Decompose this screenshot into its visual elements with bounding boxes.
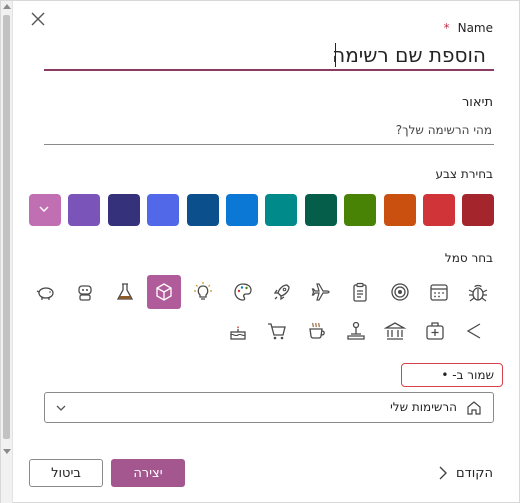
required-asterisk: *: [443, 21, 450, 35]
calendar-icon-option[interactable]: [422, 275, 456, 309]
medical-kit-icon-option[interactable]: [418, 314, 452, 348]
color-swatch-orange[interactable]: [383, 194, 416, 226]
flask-icon-option[interactable]: [108, 275, 142, 309]
cake-icon: [230, 326, 246, 340]
list-name-input[interactable]: הוספת שם רשימה: [44, 41, 494, 71]
airplane-icon: [311, 283, 330, 301]
cart-icon: [268, 323, 287, 340]
back-button[interactable]: הקודם: [438, 463, 493, 483]
clipboard-icon: [353, 282, 368, 302]
color-swatch-dark-red[interactable]: [462, 194, 495, 226]
color-swatch-dark-green[interactable]: [304, 194, 337, 226]
create-list-dialog: * Name הוספת שם רשימה תיאור מהי הרשימה של…: [0, 0, 520, 503]
color-swatch-teal[interactable]: [265, 194, 298, 226]
save-location-value: הרשימות שלי: [390, 400, 457, 414]
save-location-dropdown[interactable]: הרשימות שלי: [44, 392, 494, 423]
home-icon: [467, 401, 481, 415]
icon-picker-label: בחר סמל: [444, 251, 493, 265]
palette-icon: [233, 283, 252, 301]
save-location-label-box: שמור ב- •: [401, 363, 503, 387]
color-picker: [29, 194, 495, 227]
description-placeholder: מהי הרשימה שלך?: [395, 123, 492, 137]
chevron-right-icon: [439, 466, 448, 480]
piggy-bank-icon-option[interactable]: [29, 275, 63, 309]
scroll-down-arrow-icon[interactable]: [3, 449, 11, 454]
color-swatch-navy[interactable]: [107, 194, 140, 226]
airplane-icon-option[interactable]: [304, 275, 338, 309]
list-name-placeholder: הוספת שם רשימה: [332, 43, 486, 67]
coffee-cup-icon: [308, 322, 325, 339]
rocket-icon: [273, 284, 290, 301]
lightbulb-icon: [194, 282, 213, 300]
bank-icon-option[interactable]: [378, 314, 412, 348]
color-swatch-pink[interactable]: [29, 194, 61, 226]
color-swatch-dark-blue[interactable]: [186, 194, 219, 226]
bug-icon: [469, 284, 488, 302]
close-button[interactable]: [28, 9, 48, 29]
palette-icon-option[interactable]: [226, 275, 260, 309]
name-label-text: Name: [457, 21, 493, 35]
create-button[interactable]: יצירה: [111, 459, 185, 487]
cake-icon-option[interactable]: [221, 314, 255, 348]
calendar-icon: [430, 284, 448, 301]
cancel-button[interactable]: ביטול: [29, 459, 103, 487]
description-label: תיאור: [461, 95, 493, 110]
triangle-play-icon: [466, 323, 481, 339]
cube-icon: [156, 283, 172, 301]
back-label: הקודם: [456, 465, 493, 481]
robot-icon: [78, 285, 92, 301]
color-swatch-red[interactable]: [423, 194, 455, 226]
lightbulb-icon-option[interactable]: [186, 275, 220, 309]
target-icon: [391, 283, 409, 301]
rocket-icon-option[interactable]: [265, 275, 299, 309]
chevron-down-icon: [39, 206, 49, 212]
coffee-cup-icon-option[interactable]: [300, 314, 334, 348]
chevron-down-icon: [56, 405, 66, 411]
color-swatch-green[interactable]: [344, 194, 377, 226]
robot-icon-option[interactable]: [68, 275, 102, 309]
flask-icon: [116, 283, 133, 300]
icon-picker-row-1: [29, 275, 499, 309]
joystick-icon: [347, 321, 365, 340]
color-swatch-blue[interactable]: [147, 194, 180, 226]
close-icon: [31, 12, 45, 26]
target-icon-option[interactable]: [383, 275, 417, 309]
joystick-icon-option[interactable]: [339, 314, 373, 348]
icon-picker-row-2: [221, 314, 499, 344]
scroll-thumb[interactable]: [3, 15, 10, 439]
cube-icon-option[interactable]: [146, 275, 181, 309]
medical-kit-icon: [425, 322, 444, 340]
cart-icon-option[interactable]: [260, 314, 294, 348]
save-location-label: שמור ב- •: [441, 368, 494, 382]
triangle-play-icon-option[interactable]: [457, 314, 491, 348]
scrollbar[interactable]: [1, 1, 13, 503]
description-input[interactable]: מהי הרשימה שלך?: [44, 119, 494, 145]
bug-icon-option[interactable]: [461, 275, 495, 309]
name-field-label: * Name: [444, 21, 493, 35]
scroll-up-arrow-icon[interactable]: [3, 4, 11, 9]
color-swatch-purple[interactable]: [68, 194, 101, 226]
piggy-bank-icon: [36, 287, 54, 300]
color-swatch-sky-blue[interactable]: [226, 194, 258, 226]
bank-icon: [384, 322, 407, 340]
clipboard-icon-option[interactable]: [343, 275, 377, 309]
color-picker-label: בחירת צבע: [435, 167, 493, 181]
